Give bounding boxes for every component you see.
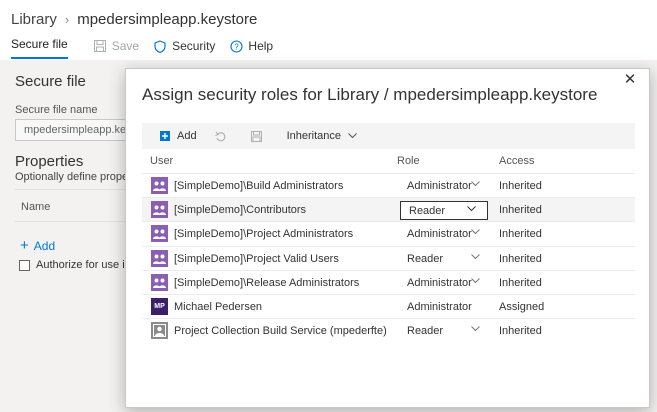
section-title: Secure file	[15, 73, 86, 90]
group-icon	[151, 225, 168, 243]
chevron-down-icon	[467, 204, 476, 215]
user-name: [SimpleDemo]\Build Administrators	[174, 180, 344, 192]
checkbox-icon	[19, 259, 30, 271]
add-property-label: Add	[33, 238, 56, 253]
help-icon: ?	[229, 39, 243, 53]
undo-button[interactable]	[215, 123, 233, 149]
properties-title: Properties	[15, 153, 84, 170]
access-value: Inherited	[499, 228, 542, 241]
chevron-down-icon[interactable]	[471, 227, 480, 238]
access-value: Inherited	[499, 325, 542, 338]
plus-icon: +	[20, 237, 29, 254]
page-toolbar: Secure file Save Security ? Help	[0, 33, 657, 59]
security-table: [SimpleDemo]\Build Administrators Admini…	[142, 173, 635, 342]
breadcrumb: Library › mpedersimpleapp.keystore	[11, 9, 257, 29]
group-icon	[151, 177, 168, 194]
breadcrumb-current: mpedersimpleapp.keystore	[77, 10, 258, 28]
save-label: Save	[111, 39, 140, 53]
role-value[interactable]: Administrator	[407, 180, 472, 192]
table-row[interactable]: [SimpleDemo]\Project Administrators Admi…	[142, 221, 635, 245]
save-icon	[93, 39, 107, 53]
save-icon	[251, 130, 263, 142]
group-icon	[151, 273, 168, 291]
role-select[interactable]: Reader	[400, 201, 488, 221]
role-value[interactable]: Reader	[407, 325, 443, 337]
divider	[15, 221, 130, 222]
file-name-field[interactable]: mpedersimpleapp.keystore	[15, 119, 140, 141]
user-name: Project Collection Build Service (mpeder…	[174, 325, 387, 338]
service-icon	[151, 322, 168, 340]
access-column-header: Access	[499, 155, 535, 167]
chevron-right-icon: ›	[64, 11, 70, 27]
group-icon	[151, 201, 168, 219]
table-row[interactable]: [SimpleDemo]\Contributors Reader Inherit…	[142, 197, 635, 222]
role-value[interactable]: Administrator	[407, 228, 472, 240]
breadcrumb-root[interactable]: Library	[11, 11, 57, 28]
chevron-down-icon[interactable]	[471, 276, 480, 287]
role-value[interactable]: Administrator	[407, 277, 472, 289]
security-label: Security	[172, 39, 216, 53]
add-label: Add	[177, 130, 197, 142]
chevron-down-icon	[348, 131, 357, 141]
divider	[15, 189, 130, 190]
dialog-toolbar: Add Inheritance	[142, 123, 635, 149]
chevron-down-icon[interactable]	[471, 252, 480, 263]
avatar-initials: MP	[151, 297, 168, 315]
user-name: [SimpleDemo]\Project Administrators	[174, 228, 354, 241]
user-avatar: MP	[151, 297, 168, 315]
save-button[interactable]: Save	[93, 33, 139, 59]
access-value: Inherited	[499, 204, 542, 217]
access-value: Assigned	[499, 300, 545, 313]
svg-text:?: ?	[234, 42, 239, 51]
add-property-button[interactable]: + Add	[20, 237, 55, 254]
chevron-down-icon[interactable]	[471, 324, 480, 335]
inheritance-label: Inheritance	[286, 130, 342, 142]
undo-icon	[215, 130, 227, 142]
access-value: Inherited	[499, 180, 542, 192]
close-icon[interactable]: ✕	[623, 72, 637, 87]
add-icon	[159, 130, 171, 142]
role-value[interactable]: Reader	[407, 253, 443, 265]
shield-icon	[153, 39, 167, 53]
user-name: [SimpleDemo]\Release Administrators	[174, 276, 360, 289]
name-column-header: Name	[21, 201, 51, 213]
chevron-down-icon[interactable]	[471, 179, 480, 190]
access-value: Inherited	[499, 252, 542, 265]
save-dialog-button[interactable]	[251, 123, 269, 149]
add-button[interactable]: Add	[159, 123, 197, 149]
group-icon	[151, 249, 168, 267]
user-name: [SimpleDemo]\Contributors	[174, 204, 307, 217]
file-name-label: Secure file name	[15, 104, 98, 116]
role-column-header: Role	[397, 155, 420, 167]
role-value: Reader	[409, 205, 446, 218]
table-row[interactable]: [SimpleDemo]\Release Administrators Admi…	[142, 269, 635, 294]
user-column-header: User	[150, 155, 174, 167]
dialog-title: Assign security roles for Library / mped…	[142, 85, 598, 104]
table-row[interactable]: [SimpleDemo]\Project Valid Users Reader …	[142, 245, 635, 270]
table-row[interactable]: Project Collection Build Service (mpeder…	[142, 318, 635, 342]
table-row[interactable]: MP Michael Pedersen Administrator Assign…	[142, 293, 635, 318]
help-label: Help	[248, 39, 274, 53]
security-button[interactable]: Security	[153, 33, 215, 59]
access-value: Inherited	[499, 276, 542, 289]
table-row[interactable]: [SimpleDemo]\Build Administrators Admini…	[142, 173, 635, 197]
grid-header: User Role Access	[142, 151, 635, 173]
role-value: Administrator	[407, 300, 472, 313]
inheritance-dropdown[interactable]: Inheritance	[287, 123, 357, 149]
user-name: [SimpleDemo]\Project Valid Users	[174, 252, 339, 265]
security-dialog: ✕ Assign security roles for Library / mp…	[125, 68, 650, 408]
user-name: Michael Pedersen	[174, 300, 263, 313]
tab-secure-file[interactable]: Secure file	[0, 33, 79, 59]
help-button[interactable]: ? Help	[229, 33, 273, 59]
